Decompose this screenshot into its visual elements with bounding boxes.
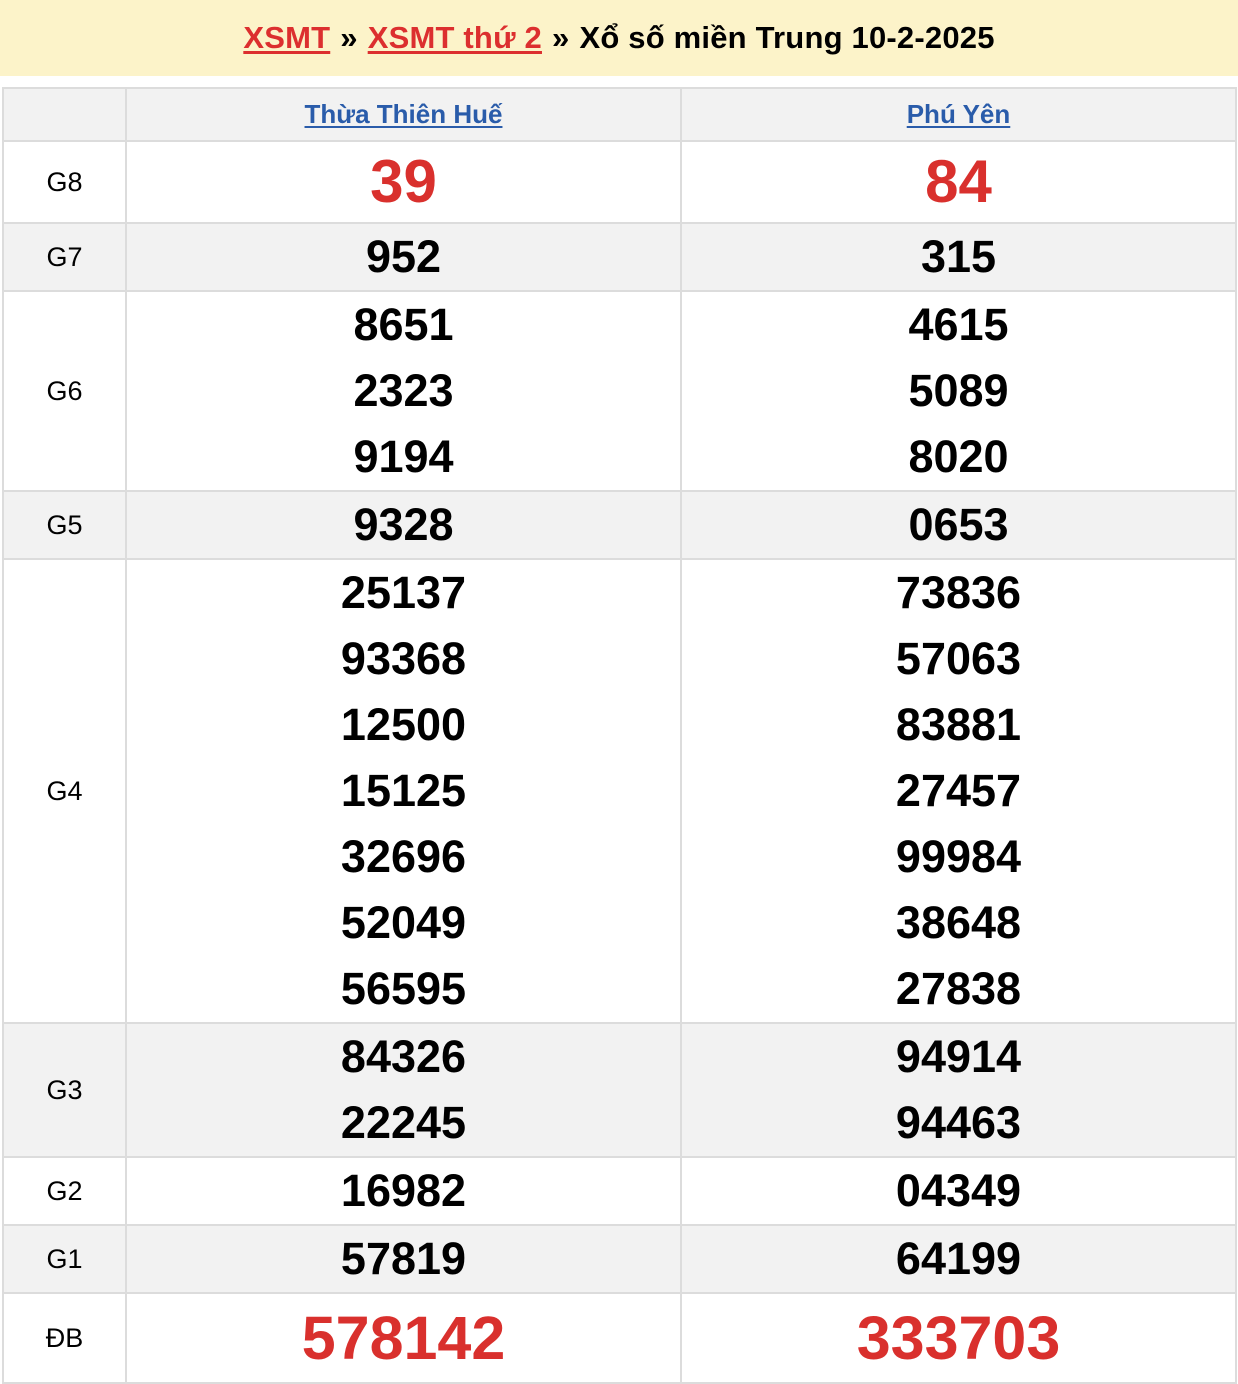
province-link-thua-thien-hue[interactable]: Thừa Thiên Huế — [305, 99, 503, 129]
prize-number: 9194 — [353, 431, 454, 482]
prize-number: 16982 — [340, 1165, 467, 1216]
prize-row-g7: G7 952 315 — [2, 222, 1237, 292]
prize-numbers: 73836 57063 83881 27457 99984 38648 2783… — [680, 558, 1237, 1024]
breadcrumb-separator: » — [340, 20, 358, 55]
prize-numbers: 16982 — [125, 1156, 682, 1226]
prize-label: G3 — [2, 1022, 127, 1158]
prize-label: G7 — [2, 222, 127, 292]
prize-row-g1: G1 57819 64199 — [2, 1224, 1237, 1294]
prize-label: G4 — [2, 558, 127, 1024]
breadcrumb: XSMT » XSMT thứ 2 » Xổ số miền Trung 10-… — [0, 0, 1238, 76]
prize-number: 578142 — [301, 1304, 506, 1372]
prize-row-g2: G2 16982 04349 — [2, 1156, 1237, 1226]
prize-numbers: 952 — [125, 222, 682, 292]
prize-numbers: 84326 22245 — [125, 1022, 682, 1158]
prize-number: 83881 — [895, 699, 1022, 750]
prize-number: 84 — [925, 148, 992, 215]
prize-number: 93368 — [340, 633, 467, 684]
breadcrumb-link-xsmt[interactable]: XSMT — [243, 20, 330, 56]
province-link-phu-yen[interactable]: Phú Yên — [907, 99, 1011, 129]
prize-label: G5 — [2, 490, 127, 560]
prize-numbers: 9328 — [125, 490, 682, 560]
prize-row-g3: G3 84326 22245 94914 94463 — [2, 1022, 1237, 1158]
prize-number: 25137 — [340, 567, 467, 618]
prize-numbers: 578142 — [125, 1292, 682, 1384]
prize-numbers: 333703 — [680, 1292, 1237, 1384]
prize-number: 99984 — [895, 831, 1022, 882]
prize-numbers: 04349 — [680, 1156, 1237, 1226]
corner-cell — [2, 87, 127, 142]
breadcrumb-link-xsmt-thu-2[interactable]: XSMT thứ 2 — [368, 20, 542, 56]
prize-numbers: 8651 2323 9194 — [125, 290, 682, 492]
prize-number: 12500 — [340, 699, 467, 750]
prize-number: 9328 — [353, 499, 454, 550]
breadcrumb-separator: » — [551, 20, 570, 55]
prize-number: 2323 — [353, 365, 454, 416]
prize-number: 39 — [370, 148, 437, 215]
prize-row-g6: G6 8651 2323 9194 4615 5089 8020 — [2, 290, 1237, 492]
prize-numbers: 25137 93368 12500 15125 32696 52049 5659… — [125, 558, 682, 1024]
prize-number: 94463 — [895, 1097, 1022, 1148]
prize-label: G8 — [2, 140, 127, 224]
prize-numbers: 4615 5089 8020 — [680, 290, 1237, 492]
prize-number: 22245 — [340, 1097, 467, 1148]
prize-label: G2 — [2, 1156, 127, 1226]
prize-number: 94914 — [895, 1031, 1022, 1082]
prize-number: 8020 — [908, 431, 1009, 482]
prize-row-g4: G4 25137 93368 12500 15125 32696 52049 5… — [2, 558, 1237, 1024]
prize-number: 4615 — [908, 299, 1009, 350]
prize-row-g8: G8 39 84 — [2, 140, 1237, 224]
prize-number: 0653 — [908, 499, 1009, 550]
prize-number: 64199 — [895, 1233, 1022, 1284]
prize-number: 333703 — [856, 1304, 1061, 1372]
prize-label: G1 — [2, 1224, 127, 1294]
prize-number: 38648 — [895, 897, 1022, 948]
prize-number: 952 — [365, 231, 442, 282]
results-table: Thừa Thiên Huế Phú Yên G8 39 84 G7 952 3… — [2, 87, 1237, 1384]
prize-number: 32696 — [340, 831, 467, 882]
prize-numbers: 0653 — [680, 490, 1237, 560]
prize-number: 84326 — [340, 1031, 467, 1082]
prize-number: 15125 — [340, 765, 467, 816]
page-title: Xổ số miền Trung 10-2-2025 — [579, 20, 995, 55]
prize-numbers: 315 — [680, 222, 1237, 292]
prize-number: 57819 — [340, 1233, 467, 1284]
prize-numbers: 64199 — [680, 1224, 1237, 1294]
prize-number: 56595 — [340, 963, 467, 1014]
province-header: Thừa Thiên Huế — [125, 87, 682, 142]
prize-label: G6 — [2, 290, 127, 492]
prize-numbers: 39 — [125, 140, 682, 224]
prize-number: 8651 — [353, 299, 454, 350]
prize-number: 27457 — [895, 765, 1022, 816]
prize-row-g5: G5 9328 0653 — [2, 490, 1237, 560]
province-header: Phú Yên — [680, 87, 1237, 142]
prize-numbers: 84 — [680, 140, 1237, 224]
prize-number: 04349 — [895, 1165, 1022, 1216]
prize-number: 57063 — [895, 633, 1022, 684]
prize-number: 52049 — [340, 897, 467, 948]
prize-label: ĐB — [2, 1292, 127, 1384]
prize-numbers: 57819 — [125, 1224, 682, 1294]
prize-number: 73836 — [895, 567, 1022, 618]
prize-number: 315 — [920, 231, 997, 282]
prize-row-db: ĐB 578142 333703 — [2, 1292, 1237, 1384]
prize-numbers: 94914 94463 — [680, 1022, 1237, 1158]
prize-number: 5089 — [908, 365, 1009, 416]
prize-number: 27838 — [895, 963, 1022, 1014]
